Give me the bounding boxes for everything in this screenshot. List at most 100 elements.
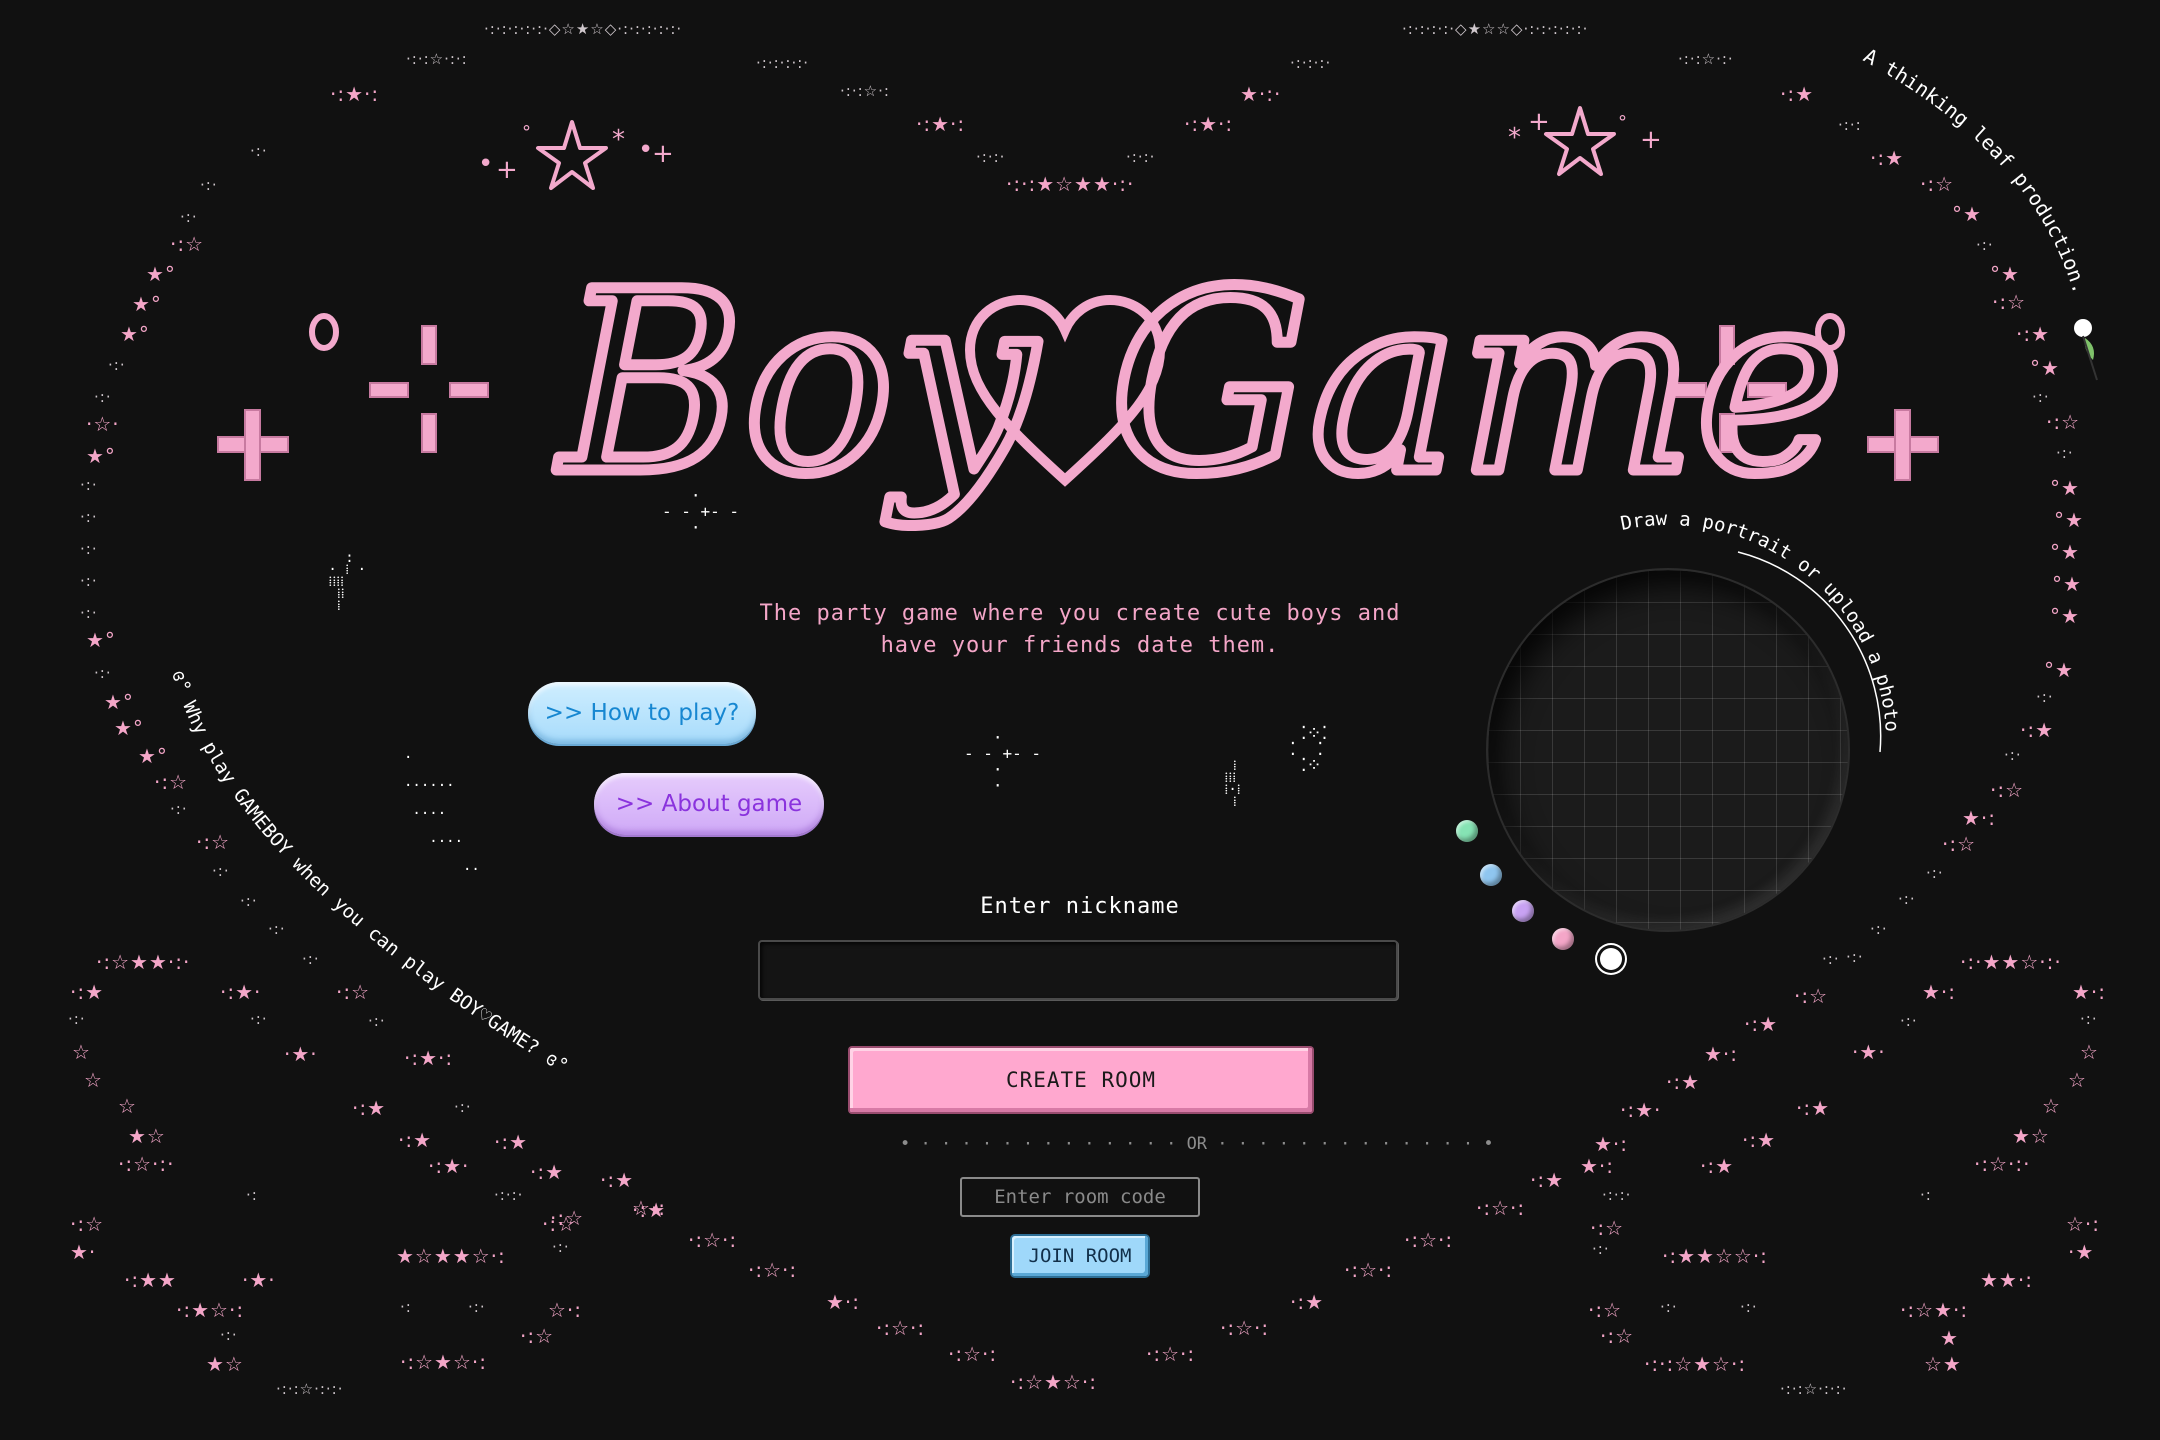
- create-room-button[interactable]: CREATE ROOM: [850, 1048, 1312, 1112]
- star-decoration: ·:☆·:·: [1974, 1152, 2031, 1176]
- sparkle-icon: · - - +- - ·: [662, 486, 740, 537]
- star-decoration: ·:·: [468, 1298, 486, 1316]
- star-decoration: ★☆: [206, 1352, 244, 1376]
- star-decoration: ·:☆·:: [948, 1342, 998, 1366]
- star-decoration: ·:·: [240, 892, 258, 910]
- star-decoration: ★☆: [128, 1124, 166, 1148]
- star-decoration: ·:☆·:: [1476, 1196, 1526, 1220]
- star-decoration: ★·:: [1922, 980, 1957, 1004]
- sparkle-icon: ⁚⁘⁚ ⁚ ⁚ ⁚⁘: [1290, 723, 1328, 776]
- color-swatch[interactable]: [1552, 928, 1574, 950]
- color-swatch[interactable]: [1480, 864, 1502, 886]
- how-to-play-button[interactable]: >> How to play?: [528, 682, 756, 744]
- star-decoration: ·:★: [398, 1128, 433, 1152]
- star-decoration: ☆: [72, 1040, 91, 1064]
- star-decoration: ☆·:: [2066, 1212, 2101, 1236]
- sparkle-icon: ⁞ ⁞⁞⁞ ⁞·⁞ ⁞: [1224, 758, 1241, 810]
- star-decoration: ★·:: [2072, 980, 2107, 1004]
- star-decoration: ·:·★★☆·:·: [1960, 950, 2062, 974]
- star-decoration: ★·: [70, 1240, 97, 1264]
- star-decoration: ·:·: [268, 920, 286, 938]
- star-decoration: ·:★☆·:: [176, 1298, 245, 1322]
- plus-icon: [1867, 409, 1939, 481]
- landing-page: ·:·:·:·:·:·◇☆★☆◇·:·:·:·:·:· ·:·:·:·:·◇★☆☆…: [0, 0, 2160, 1440]
- star-decoration: ·:·: [68, 1010, 86, 1028]
- plus-icon: [369, 325, 489, 453]
- star-decoration: ·:☆·:: [1344, 1258, 1394, 1282]
- svg-text:+: +: [1528, 107, 1550, 137]
- star-decoration: ·:★★☆☆·:: [1662, 1244, 1768, 1268]
- star-icon: [1544, 106, 1616, 176]
- why-play-text: ɞ° Why play GAMEBOY when you can play BO…: [167, 667, 572, 1077]
- star-decoration: ·:☆·:·: [118, 1152, 175, 1176]
- room-code-input[interactable]: [960, 1177, 1200, 1217]
- star-decoration: ·:★: [1744, 1012, 1779, 1036]
- star-decoration: ·:☆: [550, 1206, 585, 1230]
- star-decoration: ·:★: [1290, 1290, 1325, 1314]
- star-decoration: ·:☆·:: [1220, 1316, 1270, 1340]
- star-decoration: ★°: [104, 690, 134, 714]
- star-decoration: ·:·: [170, 800, 188, 818]
- star-decoration: ·:★: [352, 1096, 387, 1120]
- star-decoration: ·:: [1920, 1186, 1932, 1204]
- star-decoration: ·:☆·:: [1146, 1342, 1196, 1366]
- star-decoration: ·:☆: [1588, 1298, 1623, 1322]
- star-decoration: ·★: [2068, 1240, 2095, 1264]
- color-swatch[interactable]: [1456, 820, 1478, 842]
- star-decoration: ·:·: [1822, 950, 1840, 968]
- star-decoration: ·:★: [1530, 1168, 1565, 1192]
- plus-icon: [217, 409, 289, 481]
- star-decoration: ·:·: [80, 604, 98, 622]
- star-decoration: ·:·:☆★☆·:: [1644, 1352, 1747, 1376]
- about-game-button[interactable]: >> About game: [594, 773, 824, 835]
- star-decoration: ·:★: [632, 1198, 667, 1222]
- star-decoration: ·:☆·:: [1404, 1228, 1454, 1252]
- title-graphic: • +° * •+ *+ °+ Boy Game: [217, 106, 1939, 535]
- star-decoration: ·:☆·:: [748, 1258, 798, 1282]
- star-decoration: ☆·:: [632, 1196, 667, 1220]
- star-decoration: ·:·: [250, 1010, 268, 1028]
- star-decoration: ·:☆: [520, 1324, 555, 1348]
- star-decoration: ★°: [114, 716, 144, 740]
- star-decoration: ·:☆: [154, 770, 189, 794]
- star-decoration: ·:·: [2004, 746, 2022, 764]
- star-decoration: ·:: [246, 1186, 258, 1204]
- join-room-button[interactable]: JOIN ROOM: [1012, 1236, 1148, 1276]
- star-decoration: ☆: [118, 1094, 137, 1118]
- star-decoration: ·:★·: [1620, 1098, 1662, 1122]
- title-word-boy: Boy: [556, 238, 1038, 529]
- tagline: The party game where you create cute boy…: [700, 598, 1460, 662]
- star-decoration: ☆★: [1924, 1352, 1962, 1376]
- star-decoration: ·:·: [212, 862, 230, 880]
- svg-text:•: •: [478, 149, 493, 179]
- svg-text:°: °: [522, 122, 531, 143]
- svg-text:+: +: [652, 139, 674, 169]
- nickname-input[interactable]: [758, 940, 1398, 1000]
- star-decoration: ·:·: [1900, 1012, 1918, 1030]
- star-decoration: ·:☆: [1590, 1216, 1625, 1240]
- svg-text:+: +: [496, 155, 518, 185]
- star-decoration: ·:·: [552, 1238, 570, 1256]
- star-decoration: ·:★: [1700, 1154, 1735, 1178]
- color-swatch[interactable]: [1600, 948, 1622, 970]
- star-decoration: ·:★: [494, 1130, 529, 1154]
- star-decoration: ★°: [138, 744, 168, 768]
- or-divider: • · · · · · · · · · · · · · OR · · · · ·…: [900, 1134, 1494, 1154]
- star-decoration: ·:·: [220, 1326, 238, 1344]
- star-decoration: ·:★: [600, 1168, 635, 1192]
- star-decoration: ·:★·:: [404, 1046, 454, 1070]
- star-decoration: ★☆★★☆·:: [396, 1244, 506, 1268]
- ellipsis-decoration: · ······ ···· ···· ··: [404, 750, 480, 878]
- star-decoration: ·:☆★☆·:: [400, 1350, 487, 1374]
- star-decoration: ☆: [84, 1068, 103, 1092]
- color-swatch[interactable]: [1512, 900, 1534, 922]
- star-decoration: ·:·: [302, 950, 320, 968]
- nickname-label: Enter nickname: [980, 894, 1180, 919]
- sparkle-icon: · - - +- - · ·: [964, 728, 1042, 795]
- star-decoration: ·:★: [530, 1160, 565, 1184]
- star-decoration: ★·:: [1580, 1154, 1615, 1178]
- star-decoration: ·:☆: [336, 980, 371, 1004]
- star-decoration: ★★·:: [1980, 1268, 2033, 1292]
- portrait-drawing-canvas[interactable]: [1488, 570, 1848, 930]
- star-decoration: ·:☆: [1942, 832, 1977, 856]
